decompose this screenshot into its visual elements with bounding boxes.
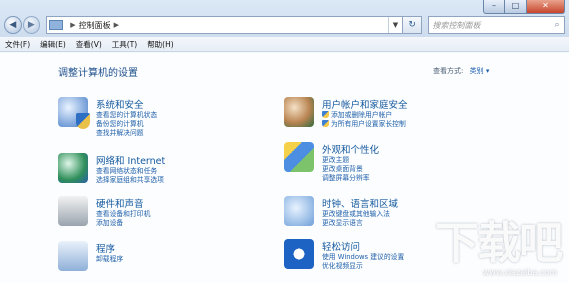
category-title[interactable]: 程序 — [96, 241, 115, 255]
minimize-button[interactable]: – — [483, 0, 505, 14]
task-link[interactable]: 查看网络状态和任务 — [96, 167, 164, 176]
clock-globe-icon[interactable] — [284, 196, 314, 226]
forward-button[interactable]: ▶ — [22, 16, 41, 34]
back-button[interactable]: ◀ — [4, 16, 22, 34]
watermark-url: www.xiazaiba.com — [482, 268, 557, 277]
task-link-label: 添加或删除用户帐户 — [331, 111, 393, 119]
task-link[interactable]: 更改主题 — [322, 156, 370, 165]
task-link[interactable]: 查找并解决问题 — [96, 129, 157, 138]
ease-of-access-icon[interactable] — [284, 239, 314, 269]
menu-view[interactable]: 查看(V) — [76, 39, 102, 50]
search-icon[interactable]: ⌕ — [550, 20, 564, 30]
task-link[interactable]: 优化视频显示 — [322, 262, 404, 271]
programs-icon[interactable] — [58, 241, 88, 271]
category-title[interactable]: 网络和 Internet — [96, 153, 165, 167]
task-link[interactable]: 卸载程序 — [96, 255, 123, 264]
watermark-logo: 下载吧 — [435, 218, 563, 269]
site-watermark: 下载吧 www.xiazaiba.com — [411, 207, 563, 277]
task-link[interactable]: 添加设备 — [96, 219, 150, 228]
uac-shield-icon — [322, 111, 329, 118]
chevron-right-icon[interactable]: ▶ — [70, 21, 75, 29]
menu-edit[interactable]: 编辑(E) — [40, 39, 66, 50]
refresh-button[interactable]: ↻ — [402, 16, 423, 34]
task-link[interactable]: 为所有用户设置家长控制 — [322, 120, 406, 129]
task-link[interactable]: 更改显示语言 — [322, 219, 390, 228]
menu-bar: 文件(F) 编辑(E) 查看(V) 工具(T) 帮助(H) — [0, 37, 569, 52]
view-by: 查看方式: 类别 ▾ — [433, 66, 489, 76]
category-title[interactable]: 时钟、语言和区域 — [322, 196, 398, 210]
chevron-down-icon[interactable]: ▼ — [387, 17, 402, 33]
caption-buttons: – □ ✕ — [483, 0, 565, 14]
search-placeholder: 搜索控制面板 — [432, 20, 481, 30]
task-link-label: 为所有用户设置家长控制 — [331, 120, 406, 128]
task-link[interactable]: 选择家庭组和共享选项 — [96, 176, 164, 185]
task-link[interactable]: 备份您的计算机 — [96, 120, 157, 129]
address-bar[interactable]: ▶ 控制面板 ▶ ▼ — [46, 16, 403, 34]
address-row: ◀ ▶ ▶ 控制面板 ▶ ▼ ↻ 搜索控制面板 ⌕ — [4, 15, 565, 35]
task-link[interactable]: 更改桌面背景 — [322, 165, 370, 174]
user-accounts-icon[interactable] — [284, 97, 314, 127]
uac-shield-icon — [322, 120, 329, 127]
menu-help[interactable]: 帮助(H) — [147, 39, 174, 50]
task-link[interactable]: 使用 Windows 建议的设置 — [322, 253, 404, 262]
view-by-dropdown[interactable]: 类别 ▾ — [470, 67, 490, 75]
control-panel-folder-icon — [49, 20, 64, 30]
category-title[interactable]: 用户帐户和家庭安全 — [322, 97, 408, 111]
appearance-icon[interactable] — [284, 142, 314, 172]
hardware-printer-icon[interactable] — [58, 196, 88, 226]
menu-file[interactable]: 文件(F) — [5, 39, 30, 50]
page-title: 调整计算机的设置 — [58, 68, 138, 79]
maximize-button[interactable]: □ — [505, 0, 527, 14]
task-link[interactable]: 查看您的计算机状态 — [96, 111, 157, 120]
task-link[interactable]: 调整屏幕分辨率 — [322, 174, 370, 183]
search-input[interactable]: 搜索控制面板 ⌕ — [428, 16, 565, 34]
breadcrumb-control-panel[interactable]: 控制面板 — [79, 20, 111, 31]
content-pane: 调整计算机的设置 查看方式: 类别 ▾ 系统和安全 查看您的计算机状态 备份您的… — [0, 53, 569, 283]
category-title[interactable]: 外观和个性化 — [322, 142, 379, 156]
chevron-right-icon[interactable]: ▶ — [114, 21, 119, 29]
category-title[interactable]: 硬件和声音 — [96, 196, 144, 210]
system-security-icon[interactable] — [58, 97, 90, 129]
close-button[interactable]: ✕ — [527, 0, 565, 14]
menu-tools[interactable]: 工具(T) — [112, 39, 137, 50]
control-panel-window: – □ ✕ ◀ ▶ ▶ 控制面板 ▶ ▼ ↻ 搜索控制面板 ⌕ 文件(F) 编辑… — [0, 0, 569, 283]
view-by-label: 查看方式: — [433, 67, 464, 75]
network-icon[interactable] — [58, 153, 88, 183]
task-link[interactable]: 查看设备和打印机 — [96, 210, 150, 219]
category-title[interactable]: 系统和安全 — [96, 97, 144, 111]
task-link[interactable]: 更改键盘或其他输入法 — [322, 210, 390, 219]
task-link[interactable]: 添加或删除用户帐户 — [322, 111, 406, 120]
category-title[interactable]: 轻松访问 — [322, 239, 360, 253]
